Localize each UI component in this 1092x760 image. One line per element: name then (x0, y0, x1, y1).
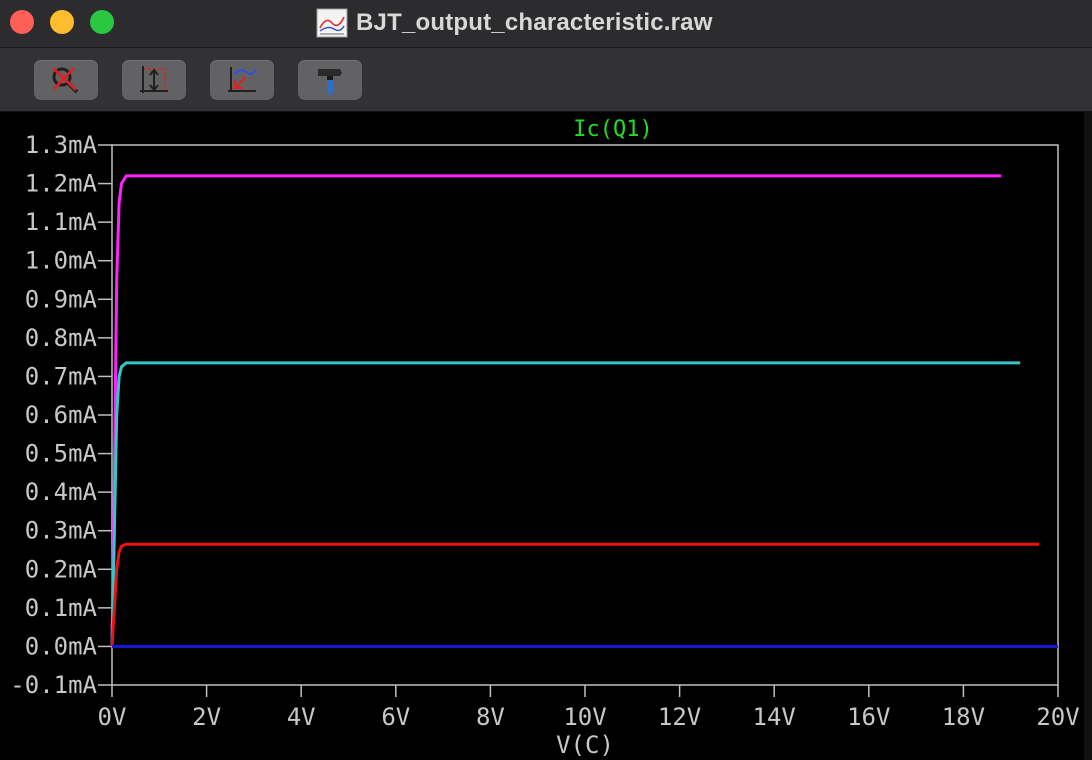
x-tick-label: 0V (98, 703, 127, 731)
series-line-1 (110, 174, 1002, 647)
hammer-icon (318, 69, 342, 94)
y-tick-label: 0.7mA (25, 362, 98, 390)
y-tick-label: 0.4mA (25, 478, 98, 506)
zoom-cancel-button[interactable] (34, 60, 98, 100)
chart-svg[interactable]: Ic(Q1) 1.3mA 1.2mA 1.1mA 1.0mA 0.9mA 0.8mA 0.7m… (0, 112, 1092, 760)
chart-title: Ic(Q1) (573, 117, 652, 142)
y-tick-label: 0.0mA (25, 632, 98, 660)
y-tick-label: -0.1mA (10, 671, 97, 699)
series-line-3 (110, 542, 1040, 647)
x-tick-label: 4V (287, 703, 316, 731)
autorange-icon (140, 66, 168, 93)
y-tick-label: 0.9mA (25, 285, 98, 313)
zoom-back-icon (228, 67, 257, 92)
x-tick-label: 20V (1036, 703, 1079, 731)
x-axis-label: V(C) (556, 731, 614, 759)
y-tick-label: 1.1mA (25, 208, 98, 236)
y-tick-label: 0.2mA (25, 555, 98, 583)
zoom-back-button[interactable] (210, 60, 274, 100)
y-tick-label: 0.5mA (25, 440, 98, 468)
plot-pane[interactable]: Ic(Q1) 1.3mA 1.2mA 1.1mA 1.0mA 0.9mA 0.8mA 0.7m… (0, 112, 1092, 760)
y-tick-label: 0.6mA (25, 401, 98, 429)
y-tick-label: 1.3mA (25, 131, 98, 159)
window-title-text: BJT_output_characteristic.raw (356, 9, 713, 36)
y-tick-label: 1.0mA (25, 247, 98, 275)
close-button[interactable] (10, 10, 34, 34)
x-tick-label: 2V (192, 703, 221, 731)
x-tick-label: 8V (476, 703, 505, 731)
y-tick-label: 0.8mA (25, 324, 98, 352)
toolbar (0, 48, 1092, 112)
window-title: BJT_output_characteristic.raw (316, 7, 713, 39)
settings-button[interactable] (298, 60, 362, 100)
autorange-button[interactable] (122, 60, 186, 100)
series-line-2 (110, 361, 1021, 647)
x-tick-label: 12V (658, 703, 701, 731)
window-edge (1084, 112, 1092, 760)
x-tick-label: 6V (381, 703, 410, 731)
x-tick-label: 18V (942, 703, 985, 731)
waveform-document-icon (316, 8, 348, 38)
x-tick-label: 14V (753, 703, 796, 731)
x-tick-label: 16V (847, 703, 890, 731)
y-tick-label: 0.3mA (25, 517, 98, 545)
zoom-button[interactable] (90, 10, 114, 34)
y-tick-label: 1.2mA (25, 170, 98, 198)
x-tick-label: 10V (563, 703, 606, 731)
title-bar: BJT_output_characteristic.raw (0, 0, 1092, 48)
magnifier-cross-icon (52, 67, 79, 94)
minimize-button[interactable] (50, 10, 74, 34)
plot-frame (111, 144, 1059, 686)
y-tick-label: 0.1mA (25, 594, 98, 622)
